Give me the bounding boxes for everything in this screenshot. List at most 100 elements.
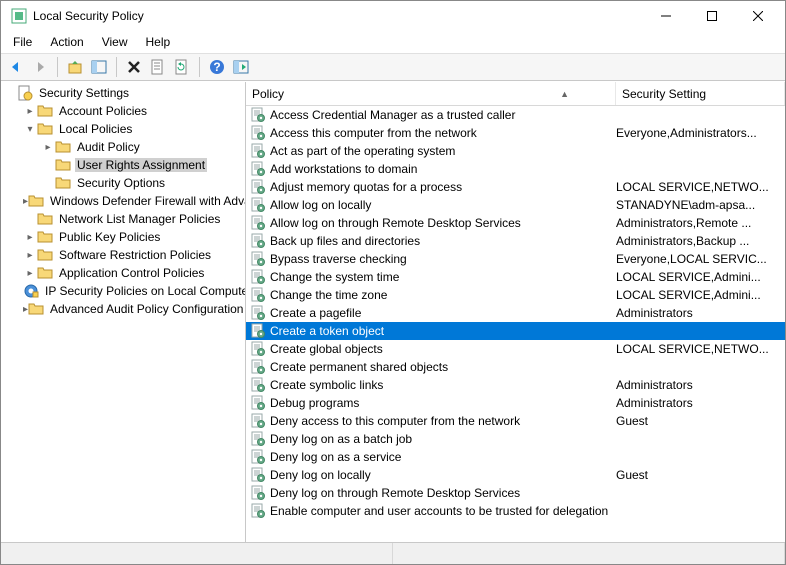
- policy-row[interactable]: Adjust memory quotas for a processLOCAL …: [246, 178, 785, 196]
- expand-icon[interactable]: ▸: [41, 142, 55, 153]
- expand-icon[interactable]: ▸: [23, 106, 37, 117]
- policy-icon: [250, 197, 266, 213]
- column-policy[interactable]: Policy ▲: [246, 82, 616, 105]
- expand-icon[interactable]: ▸: [23, 250, 37, 261]
- policy-row[interactable]: Create global objectsLOCAL SERVICE,NETWO…: [246, 340, 785, 358]
- show-hide-tree-button[interactable]: [88, 56, 110, 78]
- app-icon: [11, 8, 27, 24]
- up-button[interactable]: [64, 56, 86, 78]
- folder-icon: [55, 157, 71, 173]
- tree-label: Audit Policy: [75, 140, 142, 154]
- policy-row[interactable]: Back up files and directoriesAdministrat…: [246, 232, 785, 250]
- back-button[interactable]: [5, 56, 27, 78]
- toolbar: ?: [1, 53, 785, 81]
- policy-setting: Everyone,Administrators...: [616, 126, 785, 140]
- policy-setting: LOCAL SERVICE,NETWO...: [616, 180, 785, 194]
- tree-item[interactable]: ▾ Local Policies: [1, 120, 245, 138]
- tree-label: Public Key Policies: [57, 230, 162, 244]
- menu-file[interactable]: File: [5, 33, 40, 51]
- policy-icon: [250, 125, 266, 141]
- policy-setting: Administrators: [616, 378, 785, 392]
- policy-row[interactable]: Deny log on through Remote Desktop Servi…: [246, 484, 785, 502]
- tree-item[interactable]: IP Security Policies on Local Computer: [1, 282, 245, 300]
- policy-icon: [250, 503, 266, 519]
- policy-name: Create permanent shared objects: [270, 360, 448, 374]
- tree-item[interactable]: ▸Software Restriction Policies: [1, 246, 245, 264]
- menu-bar: File Action View Help: [1, 31, 785, 53]
- tree-item[interactable]: Security Options: [1, 174, 245, 192]
- policy-row[interactable]: Deny log on locally Guest: [246, 466, 785, 484]
- policy-setting: Guest: [616, 468, 785, 482]
- policy-row[interactable]: Act as part of the operating system: [246, 142, 785, 160]
- policy-row[interactable]: Create permanent shared objects: [246, 358, 785, 376]
- tree-view[interactable]: Security Settings ▸Account Policies ▾ Loca…: [1, 82, 246, 542]
- security-settings-icon: [17, 85, 33, 101]
- expand-icon[interactable]: ▾: [23, 124, 37, 135]
- help-button[interactable]: ?: [206, 56, 228, 78]
- policy-name: Back up files and directories: [270, 234, 420, 248]
- main-panel: Security Settings ▸Account Policies ▾ Loca…: [1, 81, 785, 542]
- policy-row[interactable]: Debug programsAdministrators: [246, 394, 785, 412]
- policy-row[interactable]: Deny access to this computer from the ne…: [246, 412, 785, 430]
- tree-item[interactable]: ▸Windows Defender Firewall with Advanced…: [1, 192, 245, 210]
- tree-root[interactable]: Security Settings: [1, 84, 245, 102]
- tree-item[interactable]: Network List Manager Policies: [1, 210, 245, 228]
- policy-row[interactable]: Bypass traverse checking Everyone,LOCAL S…: [246, 250, 785, 268]
- tree-item[interactable]: ▸Advanced Audit Policy Configuration: [1, 300, 245, 318]
- tree-item[interactable]: User Rights Assignment: [1, 156, 245, 174]
- minimize-button[interactable]: [643, 1, 689, 31]
- policy-row[interactable]: Deny log on as a batch job: [246, 430, 785, 448]
- expand-icon[interactable]: ▸: [23, 268, 37, 279]
- tree-item[interactable]: ▸ Audit Policy: [1, 138, 245, 156]
- expand-icon[interactable]: ▸: [23, 232, 37, 243]
- menu-view[interactable]: View: [94, 33, 136, 51]
- policy-row[interactable]: Access Credential Manager as a trusted c…: [246, 106, 785, 124]
- policy-row[interactable]: Allow log on locallySTANADYNE\adm-apsa..…: [246, 196, 785, 214]
- policy-name: Create a pagefile: [270, 306, 361, 320]
- policy-row[interactable]: Deny log on as a service: [246, 448, 785, 466]
- menu-action[interactable]: Action: [42, 33, 91, 51]
- policy-setting: LOCAL SERVICE,NETWO...: [616, 342, 785, 356]
- list-body[interactable]: Access Credential Manager as a trusted c…: [246, 106, 785, 542]
- window-title: Local Security Policy: [33, 9, 643, 23]
- refresh-button[interactable]: [171, 56, 193, 78]
- tree-label: Security Options: [75, 176, 167, 190]
- column-setting-label: Security Setting: [622, 87, 706, 101]
- column-security-setting[interactable]: Security Setting: [616, 82, 785, 105]
- tree-label: Application Control Policies: [57, 266, 206, 280]
- folder-icon: [55, 175, 71, 191]
- policy-row[interactable]: Create symbolic links Administrators: [246, 376, 785, 394]
- close-button[interactable]: [735, 1, 781, 31]
- properties-button[interactable]: [147, 56, 169, 78]
- policy-setting: Guest: [616, 414, 785, 428]
- policy-row[interactable]: Allow log on through Remote Desktop Serv…: [246, 214, 785, 232]
- policy-name: Deny log on as a service: [270, 450, 401, 464]
- tree-item[interactable]: ▸Account Policies: [1, 102, 245, 120]
- title-bar: Local Security Policy: [1, 1, 785, 31]
- policy-row[interactable]: Create a pagefileAdministrators: [246, 304, 785, 322]
- export-button[interactable]: [230, 56, 252, 78]
- policy-row[interactable]: Enable computer and user accounts to be …: [246, 502, 785, 520]
- policy-icon: [250, 467, 266, 483]
- policy-setting: Everyone,LOCAL SERVIC...: [616, 252, 785, 266]
- policy-row[interactable]: Create a token object: [246, 322, 785, 340]
- tree-label: Local Policies: [57, 122, 134, 136]
- tree-item[interactable]: ▸ Application Control Policies: [1, 264, 245, 282]
- forward-button[interactable]: [29, 56, 51, 78]
- menu-help[interactable]: Help: [138, 33, 179, 51]
- folder-icon: [28, 301, 44, 317]
- policy-icon: [250, 449, 266, 465]
- policy-row[interactable]: Change the system timeLOCAL SERVICE,Admi…: [246, 268, 785, 286]
- policy-icon: [250, 413, 266, 429]
- policy-name: Bypass traverse checking: [270, 252, 407, 266]
- policy-row[interactable]: Add workstations to domain: [246, 160, 785, 178]
- policy-row[interactable]: Access this computer from the networkEve…: [246, 124, 785, 142]
- policy-name: Create symbolic links: [270, 378, 383, 392]
- tree-item[interactable]: ▸ Public Key Policies: [1, 228, 245, 246]
- policy-icon: [250, 161, 266, 177]
- maximize-button[interactable]: [689, 1, 735, 31]
- policy-row[interactable]: Change the time zoneLOCAL SERVICE,Admini…: [246, 286, 785, 304]
- policy-name: Deny log on locally: [270, 468, 371, 482]
- policy-name: Deny access to this computer from the ne…: [270, 414, 520, 428]
- delete-button[interactable]: [123, 56, 145, 78]
